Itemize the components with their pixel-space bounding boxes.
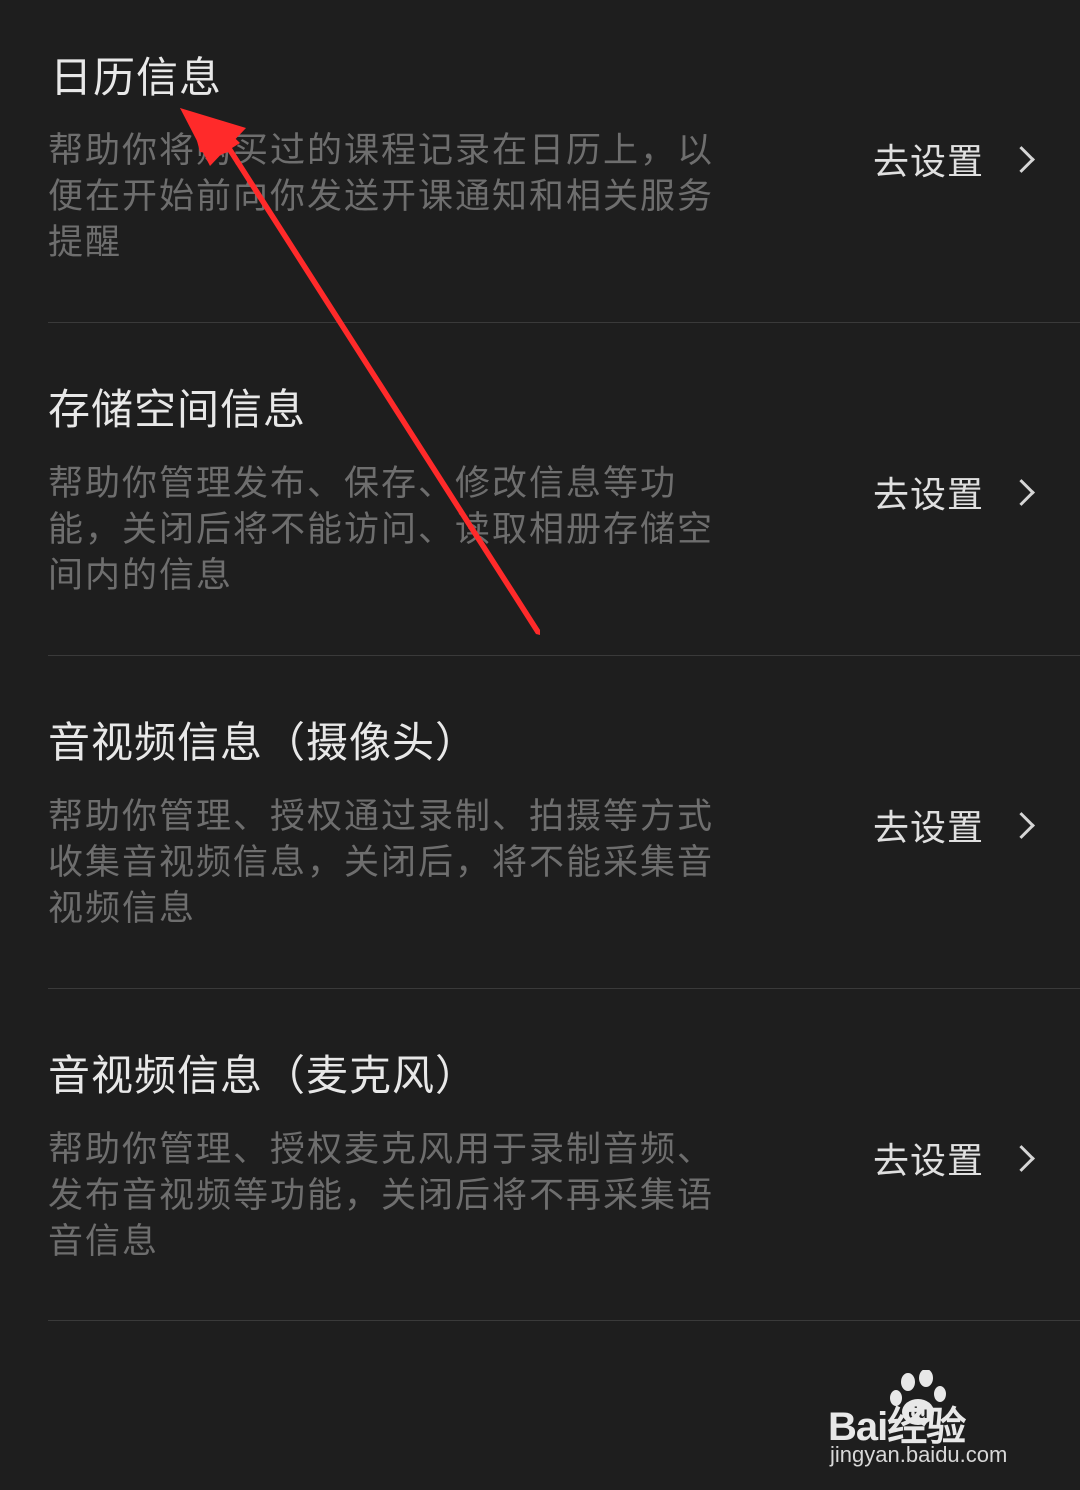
chevron-right-icon (1008, 145, 1035, 173)
action-label: 去设置 (873, 808, 985, 849)
go-settings-button-camera[interactable]: 去设置 (873, 800, 1035, 850)
item-description: 帮助你管理、授权通过录制、拍摄等方式 收集音视频信息，关闭后，将不能采集音 视频… (48, 797, 715, 929)
watermark-url: jingyan.baidu.com (830, 1442, 1008, 1467)
go-settings-button-microphone[interactable]: 去设置 (873, 1133, 1035, 1183)
permission-item-storage: 存储空间信息 帮助你管理发布、保存、修改信息等功 能，关闭后将不能访问、读取相册… (48, 322, 1080, 655)
watermark: du Bai经验 jingyan.baidu.com (828, 1370, 1028, 1470)
item-description: 帮助你将购买过的课程记录在日历上，以 便在开始前向你发送开课通知和相关服务 提醒 (48, 131, 715, 263)
permission-item-calendar: 日历信息 帮助你将购买过的课程记录在日历上，以 便在开始前向你发送开课通知和相关… (48, 0, 1080, 322)
go-settings-button-calendar[interactable]: 去设置 (873, 134, 1035, 184)
permission-item-microphone: 音视频信息（麦克风） 帮助你管理、授权麦克风用于录制音频、 发布音视频等功能，关… (48, 988, 1080, 1320)
action-label: 去设置 (873, 1141, 985, 1182)
item-title: 音视频信息（麦克风） (48, 1051, 479, 1100)
chevron-right-icon (1008, 478, 1035, 506)
item-title: 存储空间信息 (48, 385, 307, 434)
action-label: 去设置 (873, 142, 985, 183)
go-settings-button-storage[interactable]: 去设置 (873, 467, 1035, 517)
item-title: 音视频信息（摄像头） (48, 718, 479, 767)
permission-item-camera: 音视频信息（摄像头） 帮助你管理、授权通过录制、拍摄等方式 收集音视频信息，关闭… (48, 655, 1080, 988)
chevron-right-icon (1008, 811, 1035, 839)
divider (48, 1320, 1080, 1321)
item-description: 帮助你管理发布、保存、修改信息等功 能，关闭后将不能访问、读取相册存储空 间内的… (48, 464, 715, 596)
chevron-right-icon (1008, 1144, 1035, 1172)
action-label: 去设置 (873, 475, 985, 516)
item-description: 帮助你管理、授权麦克风用于录制音频、 发布音视频等功能，关闭后将不再采集语 音信… (48, 1130, 715, 1262)
item-title: 日历信息 (50, 53, 223, 102)
